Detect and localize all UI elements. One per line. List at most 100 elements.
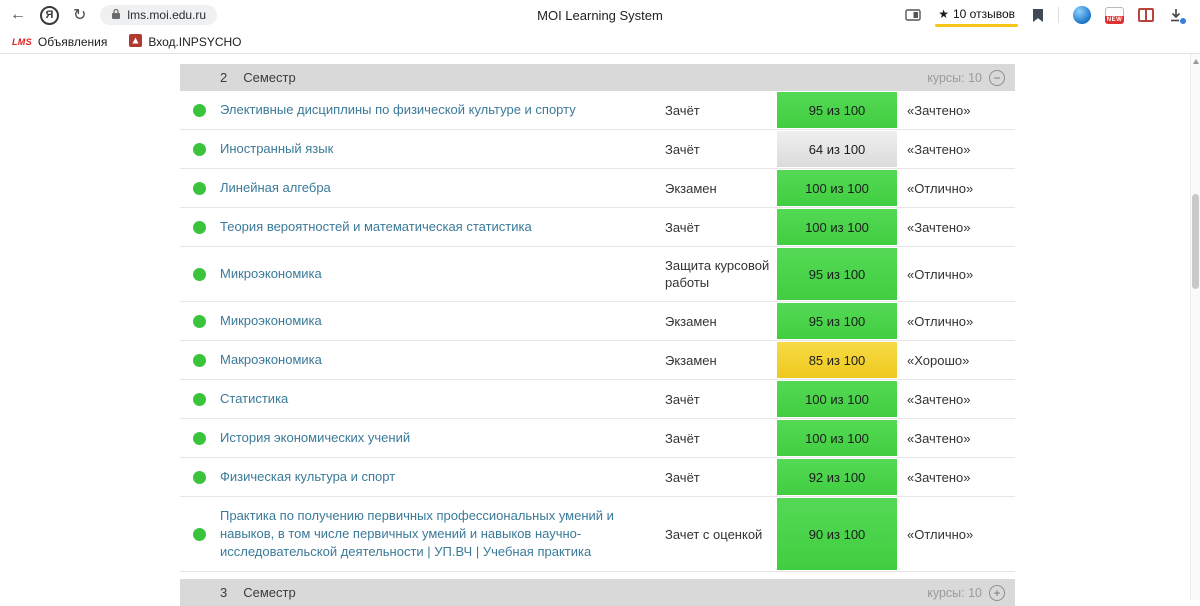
status-cell (180, 302, 220, 340)
page-title: MOI Learning System (537, 7, 663, 23)
score-cell: 95 из 100 (777, 92, 897, 128)
score-cell: 90 из 100 (777, 498, 897, 570)
assessment-type: Экзамен (665, 352, 717, 368)
grades-page: 2 Семестр курсы: 10 − Элективные дисципл… (0, 64, 1200, 606)
status-cell (180, 247, 220, 301)
lock-icon (111, 8, 121, 23)
semester-name: Семестр (243, 70, 296, 85)
status-cell (180, 458, 220, 496)
grades-table: 2 Семестр курсы: 10 − Элективные дисципл… (180, 64, 1015, 606)
lms-favicon: LMS (12, 36, 32, 47)
course-link[interactable]: Элективные дисциплины по физической куль… (220, 101, 576, 119)
status-dot-icon (193, 431, 206, 445)
yandex-profile-icon[interactable]: Я (40, 5, 59, 25)
table-row: История экономических учений Зачёт 100 и… (180, 419, 1015, 458)
refresh-icon[interactable]: ↻ (73, 5, 86, 25)
course-link[interactable]: История экономических учений (220, 429, 410, 447)
star-icon: ★ (938, 7, 949, 21)
status-cell (180, 380, 220, 418)
course-link[interactable]: Теория вероятностей и математическая ста… (220, 218, 532, 236)
download-badge (1179, 17, 1187, 25)
status-dot-icon (193, 142, 206, 156)
score-cell: 64 из 100 (777, 131, 897, 167)
score-cell: 92 из 100 (777, 459, 897, 495)
expand-icon[interactable]: + (989, 584, 1005, 601)
grade-text: «Зачтено» (907, 141, 971, 157)
table-row: Линейная алгебра Экзамен 100 из 100 «Отл… (180, 169, 1015, 208)
courses-count-label: курсы: 10 (927, 585, 982, 600)
semester-number: 3 (220, 585, 228, 600)
address-bar[interactable]: lms.moi.edu.ru (100, 5, 218, 25)
status-dot-icon (193, 314, 206, 328)
bookmark-flag-icon[interactable] (1032, 8, 1044, 23)
score-cell: 100 из 100 (777, 170, 897, 206)
collapse-icon[interactable]: − (989, 69, 1005, 86)
minus-glyph: − (993, 70, 1001, 85)
course-link[interactable]: Статистика (220, 390, 288, 408)
course-link[interactable]: Линейная алгебра (220, 179, 331, 197)
new-badge: NEW (1105, 15, 1124, 24)
status-cell (180, 208, 220, 246)
score-cell: 85 из 100 (777, 342, 897, 378)
gift-extension-icon[interactable] (1138, 8, 1154, 22)
bookmark-inpsycho[interactable]: Вход.INPSYCHO (129, 33, 242, 50)
grade-text: «Отлично» (907, 266, 974, 282)
reviews-widget[interactable]: ★ 10 отзывов (935, 2, 1018, 28)
bookmark-label: Объявления (37, 34, 108, 49)
bookmark-label: Вход.INPSYCHO (148, 34, 242, 49)
course-cell: Иностранный язык (220, 130, 665, 168)
url-text: lms.moi.edu.ru (127, 8, 207, 22)
download-icon[interactable] (1168, 7, 1187, 25)
course-link[interactable]: Макроэкономика (220, 351, 322, 369)
table-row: Теория вероятностей и математическая ста… (180, 208, 1015, 247)
back-icon[interactable]: ← (10, 6, 26, 24)
course-link[interactable]: Практика по получению первичных професси… (220, 507, 645, 561)
assessment-type: Зачёт (665, 430, 700, 446)
score-cell: 100 из 100 (777, 209, 897, 245)
status-dot-icon (193, 267, 206, 281)
status-cell (180, 91, 220, 129)
table-row: Элективные дисциплины по физической куль… (180, 91, 1015, 130)
scroll-up-arrow-icon[interactable] (1193, 59, 1199, 64)
course-link[interactable]: Микроэкономика (220, 265, 322, 283)
status-cell (180, 130, 220, 168)
course-cell: История экономических учений (220, 419, 665, 457)
course-link[interactable]: Иностранный язык (220, 140, 333, 158)
status-cell (180, 497, 220, 571)
scrollbar-thumb[interactable] (1192, 194, 1199, 289)
semester-name: Семестр (243, 585, 296, 600)
grade-text: «Отлично» (907, 313, 974, 329)
course-link[interactable]: Физическая культура и спорт (220, 468, 395, 486)
grade-text: «Отлично» (907, 526, 974, 542)
split-screen-icon[interactable] (905, 8, 921, 22)
assessment-type: Зачёт (665, 219, 700, 235)
bookmark-announcements[interactable]: LMS Объявления (12, 35, 107, 49)
course-cell: Макроэкономика (220, 341, 665, 379)
score-cell: 95 из 100 (777, 248, 897, 300)
table-row: Макроэкономика Экзамен 85 из 100 «Хорошо… (180, 341, 1015, 380)
grade-text: «Зачтено» (907, 219, 971, 235)
course-cell: Микроэкономика (220, 247, 665, 301)
status-cell (180, 341, 220, 379)
vertical-scrollbar[interactable] (1190, 54, 1200, 600)
plus-glyph: + (993, 585, 1001, 600)
courses-count-label: курсы: 10 (927, 70, 982, 85)
score-cell: 100 из 100 (777, 381, 897, 417)
grade-text: «Зачтено» (907, 102, 971, 118)
assessment-type: Экзамен (665, 180, 717, 196)
table-row: Микроэкономика Экзамен 95 из 100 «Отличн… (180, 302, 1015, 341)
course-cell: Линейная алгебра (220, 169, 665, 207)
grade-text: «Зачтено» (907, 430, 971, 446)
course-cell: Теория вероятностей и математическая ста… (220, 208, 665, 246)
toolbar-divider (1058, 7, 1059, 23)
browser-extension-icon[interactable] (1073, 6, 1091, 24)
table-row: Практика по получению первичных професси… (180, 497, 1015, 572)
new-extension-icon[interactable]: NEW (1105, 6, 1124, 24)
course-link[interactable]: Микроэкономика (220, 312, 322, 330)
semester-footer: 3 Семестр курсы: 10 + (180, 579, 1015, 606)
status-dot-icon (193, 103, 206, 117)
score-cell: 95 из 100 (777, 303, 897, 339)
assessment-type: Зачёт (665, 469, 700, 485)
table-row: Иностранный язык Зачёт 64 из 100 «Зачтен… (180, 130, 1015, 169)
browser-toolbar: ← Я ↻ lms.moi.edu.ru MOI Learning System… (0, 0, 1200, 30)
